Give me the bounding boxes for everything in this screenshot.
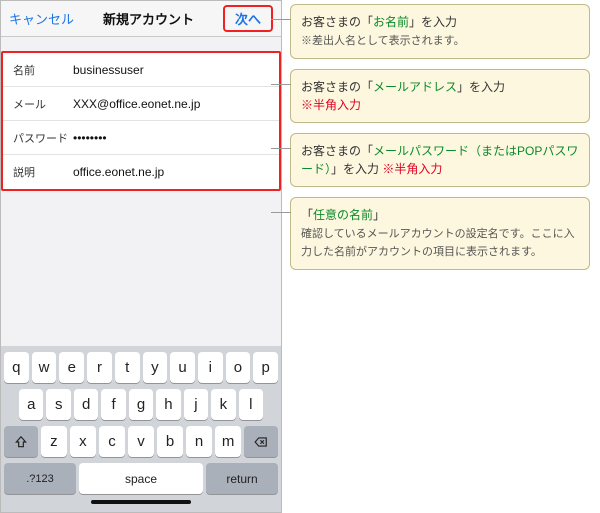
- shift-key[interactable]: [4, 426, 38, 457]
- key-f[interactable]: f: [101, 389, 125, 420]
- key-j[interactable]: j: [184, 389, 208, 420]
- key-e[interactable]: e: [59, 352, 84, 383]
- key-s[interactable]: s: [46, 389, 70, 420]
- space-key[interactable]: space: [79, 463, 203, 494]
- navbar: キャンセル 新規アカウント 次へ: [1, 1, 281, 37]
- key-x[interactable]: x: [70, 426, 96, 457]
- password-field[interactable]: ••••••••: [73, 131, 269, 145]
- name-label: 名前: [13, 62, 73, 78]
- cancel-button[interactable]: キャンセル: [9, 9, 74, 28]
- password-label: パスワード: [13, 130, 73, 146]
- callouts: お客さまの「お名前」を入力 ※差出人名として表示されます。 お客さまの「メールア…: [290, 4, 590, 280]
- row-name[interactable]: 名前 businessuser: [3, 53, 279, 87]
- key-a[interactable]: a: [19, 389, 43, 420]
- key-i[interactable]: i: [198, 352, 223, 383]
- note: ※半角入力: [301, 98, 361, 112]
- row-mail[interactable]: メール XXX@office.eonet.ne.jp: [3, 87, 279, 121]
- highlight: メールアドレス: [373, 80, 457, 94]
- home-indicator: [91, 500, 191, 504]
- key-g[interactable]: g: [129, 389, 153, 420]
- key-t[interactable]: t: [115, 352, 140, 383]
- key-p[interactable]: p: [253, 352, 278, 383]
- text: 「: [301, 208, 313, 222]
- key-o[interactable]: o: [226, 352, 251, 383]
- key-row-1: q w e r t y u i o p: [4, 352, 278, 383]
- key-d[interactable]: d: [74, 389, 98, 420]
- key-z[interactable]: z: [41, 426, 67, 457]
- key-c[interactable]: c: [99, 426, 125, 457]
- numbers-key[interactable]: .?123: [4, 463, 76, 494]
- key-h[interactable]: h: [156, 389, 180, 420]
- key-b[interactable]: b: [157, 426, 183, 457]
- description-field[interactable]: office.eonet.ne.jp: [73, 165, 269, 179]
- key-q[interactable]: q: [4, 352, 29, 383]
- account-form: 名前 businessuser メール XXX@office.eonet.ne.…: [1, 51, 281, 191]
- key-v[interactable]: v: [128, 426, 154, 457]
- note: 確認しているメールアカウントの設定名です。ここに入力した名前がアカウントの項目に…: [301, 228, 575, 259]
- return-key[interactable]: return: [206, 463, 278, 494]
- key-row-2: a s d f g h j k l: [4, 389, 278, 420]
- text: お客さまの「: [301, 144, 373, 158]
- note: ※差出人名として表示されます。: [301, 35, 465, 47]
- callout-name: お客さまの「お名前」を入力 ※差出人名として表示されます。: [290, 4, 590, 59]
- callout-password: お客さまの「メールパスワード（またはPOPパスワード）」を入力 ※半角入力: [290, 133, 590, 187]
- key-row-3: z x c v b n m: [4, 426, 278, 457]
- phone-frame: キャンセル 新規アカウント 次へ 名前 businessuser メール XXX…: [0, 0, 282, 513]
- keyboard: q w e r t y u i o p a s d f g h j k l z …: [1, 346, 281, 512]
- key-r[interactable]: r: [87, 352, 112, 383]
- next-button[interactable]: 次へ: [223, 5, 273, 32]
- text: 」: [373, 208, 385, 222]
- text: お客さまの「: [301, 80, 373, 94]
- key-w[interactable]: w: [32, 352, 57, 383]
- mail-field[interactable]: XXX@office.eonet.ne.jp: [73, 97, 269, 111]
- highlight: お名前: [373, 15, 409, 29]
- page-title: 新規アカウント: [103, 9, 194, 28]
- key-m[interactable]: m: [215, 426, 241, 457]
- key-y[interactable]: y: [143, 352, 168, 383]
- key-row-4: .?123 space return: [4, 463, 278, 494]
- text: 」を入力: [331, 162, 382, 176]
- text: お客さまの「: [301, 15, 373, 29]
- text: 」を入力: [457, 80, 505, 94]
- note: ※半角入力: [382, 162, 442, 176]
- key-n[interactable]: n: [186, 426, 212, 457]
- delete-key[interactable]: [244, 426, 278, 457]
- row-description[interactable]: 説明 office.eonet.ne.jp: [3, 155, 279, 189]
- callout-mail: お客さまの「メールアドレス」を入力 ※半角入力: [290, 69, 590, 123]
- key-u[interactable]: u: [170, 352, 195, 383]
- highlight: 任意の名前: [313, 208, 373, 222]
- key-k[interactable]: k: [211, 389, 235, 420]
- text: 」を入力: [409, 15, 457, 29]
- callout-description: 「任意の名前」 確認しているメールアカウントの設定名です。ここに入力した名前がア…: [290, 197, 590, 270]
- description-label: 説明: [13, 164, 73, 180]
- row-password[interactable]: パスワード ••••••••: [3, 121, 279, 155]
- name-field[interactable]: businessuser: [73, 63, 269, 77]
- mail-label: メール: [13, 96, 73, 112]
- key-l[interactable]: l: [239, 389, 263, 420]
